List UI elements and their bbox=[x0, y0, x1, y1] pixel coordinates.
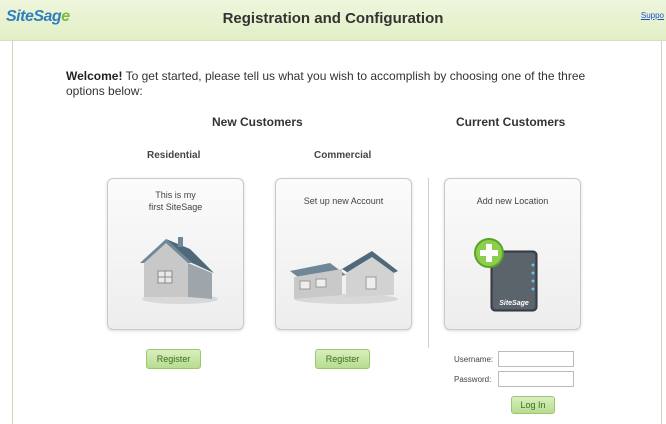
commercial-label: Commercial bbox=[314, 150, 372, 161]
commercial-register-button[interactable]: Register bbox=[315, 349, 370, 369]
username-label: Username: bbox=[454, 355, 494, 364]
section-divider bbox=[428, 178, 429, 348]
residential-card-line1: This is my bbox=[155, 190, 196, 200]
add-location-text: Add new Location bbox=[476, 196, 549, 206]
password-label: Password: bbox=[454, 375, 492, 384]
building-icon bbox=[290, 251, 398, 304]
header-bar: SiteSage Registration and Configuration … bbox=[0, 0, 666, 41]
password-input[interactable] bbox=[498, 371, 574, 387]
device-label: SiteSage bbox=[499, 300, 529, 307]
username-input[interactable] bbox=[498, 351, 574, 367]
device-add-icon: SiteSage bbox=[474, 238, 538, 312]
login-button[interactable]: Log In bbox=[511, 396, 555, 414]
residential-register-button[interactable]: Register bbox=[146, 349, 201, 369]
support-link[interactable]: Suppo bbox=[641, 11, 664, 20]
page-title: Registration and Configuration bbox=[222, 10, 444, 27]
commercial-card[interactable]: Set up new Account bbox=[275, 178, 412, 330]
add-location-card[interactable]: Add new Location SiteSage bbox=[444, 178, 581, 330]
new-customers-heading: New Customers bbox=[212, 115, 303, 129]
welcome-message: Welcome! To get started, please tell us … bbox=[66, 69, 586, 98]
residential-label: Residential bbox=[147, 150, 201, 161]
residential-card-line2: first SiteSage bbox=[148, 202, 203, 212]
house-icon bbox=[140, 237, 218, 304]
current-customers-heading: Current Customers bbox=[456, 115, 566, 129]
residential-card[interactable]: This is my first SiteSage bbox=[107, 178, 244, 330]
commercial-card-text: Set up new Account bbox=[303, 196, 384, 206]
